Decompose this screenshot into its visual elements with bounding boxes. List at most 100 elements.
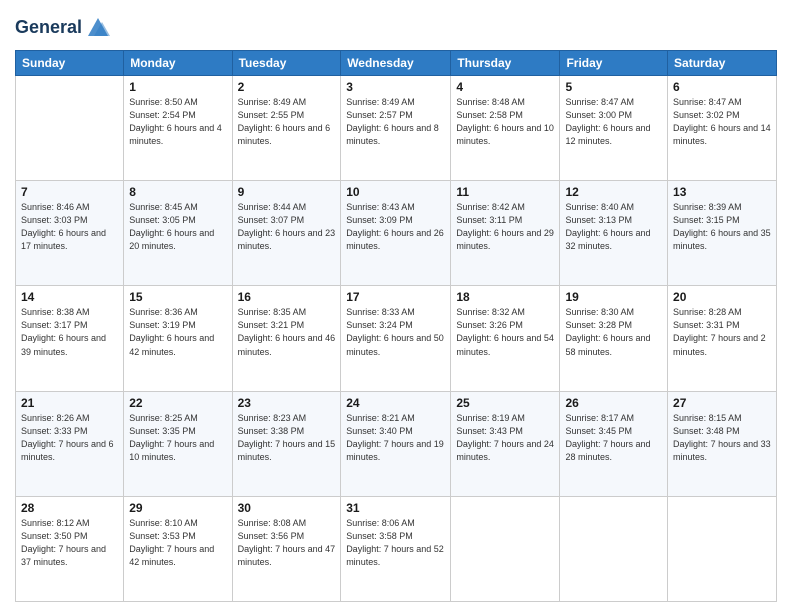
calendar-cell: 5 Sunrise: 8:47 AM Sunset: 3:00 PM Daylig…	[560, 76, 668, 181]
calendar-cell: 26 Sunrise: 8:17 AM Sunset: 3:45 PM Dayli…	[560, 391, 668, 496]
col-friday: Friday	[560, 51, 668, 76]
day-info: Sunrise: 8:15 AM Sunset: 3:48 PM Dayligh…	[673, 412, 771, 464]
day-number: 12	[565, 185, 662, 199]
day-number: 13	[673, 185, 771, 199]
col-wednesday: Wednesday	[341, 51, 451, 76]
day-number: 22	[129, 396, 226, 410]
calendar-cell: 2 Sunrise: 8:49 AM Sunset: 2:55 PM Daylig…	[232, 76, 341, 181]
calendar-cell	[668, 496, 777, 601]
day-number: 14	[21, 290, 118, 304]
day-info: Sunrise: 8:06 AM Sunset: 3:58 PM Dayligh…	[346, 517, 445, 569]
calendar-cell: 7Sunrise: 8:46 AM Sunset: 3:03 PM Daylig…	[16, 181, 124, 286]
day-info: Sunrise: 8:43 AM Sunset: 3:09 PM Dayligh…	[346, 201, 445, 253]
day-info: Sunrise: 8:38 AM Sunset: 3:17 PM Dayligh…	[21, 306, 118, 358]
day-info: Sunrise: 8:49 AM Sunset: 2:55 PM Dayligh…	[238, 96, 336, 148]
col-monday: Monday	[124, 51, 232, 76]
calendar-cell: 6 Sunrise: 8:47 AM Sunset: 3:02 PM Daylig…	[668, 76, 777, 181]
calendar-week-1: 1Sunrise: 8:50 AM Sunset: 2:54 PM Daylig…	[16, 76, 777, 181]
day-info: Sunrise: 8:21 AM Sunset: 3:40 PM Dayligh…	[346, 412, 445, 464]
calendar-cell: 19Sunrise: 8:30 AM Sunset: 3:28 PM Dayli…	[560, 286, 668, 391]
day-info: Sunrise: 8:19 AM Sunset: 3:43 PM Dayligh…	[456, 412, 554, 464]
calendar-cell: 1Sunrise: 8:50 AM Sunset: 2:54 PM Daylig…	[124, 76, 232, 181]
day-info: Sunrise: 8:49 AM Sunset: 2:57 PM Dayligh…	[346, 96, 445, 148]
day-number: 20	[673, 290, 771, 304]
day-number: 23	[238, 396, 336, 410]
day-info: Sunrise: 8:50 AM Sunset: 2:54 PM Dayligh…	[129, 96, 226, 148]
calendar-cell: 17 Sunrise: 8:33 AM Sunset: 3:24 PM Dayli…	[341, 286, 451, 391]
header-row: Sunday Monday Tuesday Wednesday Thursday…	[16, 51, 777, 76]
day-info: Sunrise: 8:33 AM Sunset: 3:24 PM Dayligh…	[346, 306, 445, 358]
col-thursday: Thursday	[451, 51, 560, 76]
day-info: Sunrise: 8:39 AM Sunset: 3:15 PM Dayligh…	[673, 201, 771, 253]
day-number: 15	[129, 290, 226, 304]
calendar-cell: 4Sunrise: 8:48 AM Sunset: 2:58 PM Daylig…	[451, 76, 560, 181]
col-tuesday: Tuesday	[232, 51, 341, 76]
day-info: Sunrise: 8:47 AM Sunset: 3:00 PM Dayligh…	[565, 96, 662, 148]
col-saturday: Saturday	[668, 51, 777, 76]
day-info: Sunrise: 8:32 AM Sunset: 3:26 PM Dayligh…	[456, 306, 554, 358]
day-info: Sunrise: 8:47 AM Sunset: 3:02 PM Dayligh…	[673, 96, 771, 148]
calendar-cell: 28 Sunrise: 8:12 AM Sunset: 3:50 PM Dayli…	[16, 496, 124, 601]
calendar-cell: 22Sunrise: 8:25 AM Sunset: 3:35 PM Dayli…	[124, 391, 232, 496]
calendar-cell: 31 Sunrise: 8:06 AM Sunset: 3:58 PM Dayli…	[341, 496, 451, 601]
day-number: 30	[238, 501, 336, 515]
calendar-cell: 29Sunrise: 8:10 AM Sunset: 3:53 PM Dayli…	[124, 496, 232, 601]
calendar-cell: 18 Sunrise: 8:32 AM Sunset: 3:26 PM Dayli…	[451, 286, 560, 391]
day-number: 18	[456, 290, 554, 304]
day-info: Sunrise: 8:12 AM Sunset: 3:50 PM Dayligh…	[21, 517, 118, 569]
day-number: 2	[238, 80, 336, 94]
calendar-cell: 12 Sunrise: 8:40 AM Sunset: 3:13 PM Dayli…	[560, 181, 668, 286]
day-number: 3	[346, 80, 445, 94]
calendar-cell: 30 Sunrise: 8:08 AM Sunset: 3:56 PM Dayli…	[232, 496, 341, 601]
day-number: 6	[673, 80, 771, 94]
calendar-table: Sunday Monday Tuesday Wednesday Thursday…	[15, 50, 777, 602]
day-number: 8	[129, 185, 226, 199]
day-number: 25	[456, 396, 554, 410]
calendar-cell	[16, 76, 124, 181]
header: General	[15, 10, 777, 42]
col-sunday: Sunday	[16, 51, 124, 76]
calendar-cell: 10Sunrise: 8:43 AM Sunset: 3:09 PM Dayli…	[341, 181, 451, 286]
day-number: 17	[346, 290, 445, 304]
calendar-cell: 11 Sunrise: 8:42 AM Sunset: 3:11 PM Dayli…	[451, 181, 560, 286]
calendar-cell: 8Sunrise: 8:45 AM Sunset: 3:05 PM Daylig…	[124, 181, 232, 286]
calendar-cell: 9 Sunrise: 8:44 AM Sunset: 3:07 PM Daylig…	[232, 181, 341, 286]
day-number: 11	[456, 185, 554, 199]
day-info: Sunrise: 8:10 AM Sunset: 3:53 PM Dayligh…	[129, 517, 226, 569]
calendar-cell: 15 Sunrise: 8:36 AM Sunset: 3:19 PM Dayli…	[124, 286, 232, 391]
day-number: 16	[238, 290, 336, 304]
day-number: 4	[456, 80, 554, 94]
calendar-cell: 20Sunrise: 8:28 AM Sunset: 3:31 PM Dayli…	[668, 286, 777, 391]
calendar-cell: 27 Sunrise: 8:15 AM Sunset: 3:48 PM Dayli…	[668, 391, 777, 496]
day-info: Sunrise: 8:17 AM Sunset: 3:45 PM Dayligh…	[565, 412, 662, 464]
calendar-cell: 23 Sunrise: 8:23 AM Sunset: 3:38 PM Dayli…	[232, 391, 341, 496]
logo-icon	[84, 14, 112, 42]
calendar-cell: 3 Sunrise: 8:49 AM Sunset: 2:57 PM Daylig…	[341, 76, 451, 181]
day-info: Sunrise: 8:42 AM Sunset: 3:11 PM Dayligh…	[456, 201, 554, 253]
day-info: Sunrise: 8:26 AM Sunset: 3:33 PM Dayligh…	[21, 412, 118, 464]
day-number: 26	[565, 396, 662, 410]
calendar-cell: 14 Sunrise: 8:38 AM Sunset: 3:17 PM Dayli…	[16, 286, 124, 391]
calendar-week-2: 7Sunrise: 8:46 AM Sunset: 3:03 PM Daylig…	[16, 181, 777, 286]
logo: General	[15, 14, 112, 42]
day-info: Sunrise: 8:35 AM Sunset: 3:21 PM Dayligh…	[238, 306, 336, 358]
logo-text-general: General	[15, 18, 82, 38]
day-info: Sunrise: 8:08 AM Sunset: 3:56 PM Dayligh…	[238, 517, 336, 569]
day-number: 21	[21, 396, 118, 410]
day-info: Sunrise: 8:23 AM Sunset: 3:38 PM Dayligh…	[238, 412, 336, 464]
calendar-week-4: 21 Sunrise: 8:26 AM Sunset: 3:33 PM Dayli…	[16, 391, 777, 496]
day-info: Sunrise: 8:36 AM Sunset: 3:19 PM Dayligh…	[129, 306, 226, 358]
day-number: 24	[346, 396, 445, 410]
calendar-cell	[560, 496, 668, 601]
day-number: 5	[565, 80, 662, 94]
day-number: 27	[673, 396, 771, 410]
day-info: Sunrise: 8:40 AM Sunset: 3:13 PM Dayligh…	[565, 201, 662, 253]
day-number: 28	[21, 501, 118, 515]
calendar-week-5: 28 Sunrise: 8:12 AM Sunset: 3:50 PM Dayli…	[16, 496, 777, 601]
day-info: Sunrise: 8:44 AM Sunset: 3:07 PM Dayligh…	[238, 201, 336, 253]
day-number: 31	[346, 501, 445, 515]
calendar-cell: 25 Sunrise: 8:19 AM Sunset: 3:43 PM Dayli…	[451, 391, 560, 496]
day-info: Sunrise: 8:46 AM Sunset: 3:03 PM Dayligh…	[21, 201, 118, 253]
calendar-cell: 24 Sunrise: 8:21 AM Sunset: 3:40 PM Dayli…	[341, 391, 451, 496]
day-number: 9	[238, 185, 336, 199]
